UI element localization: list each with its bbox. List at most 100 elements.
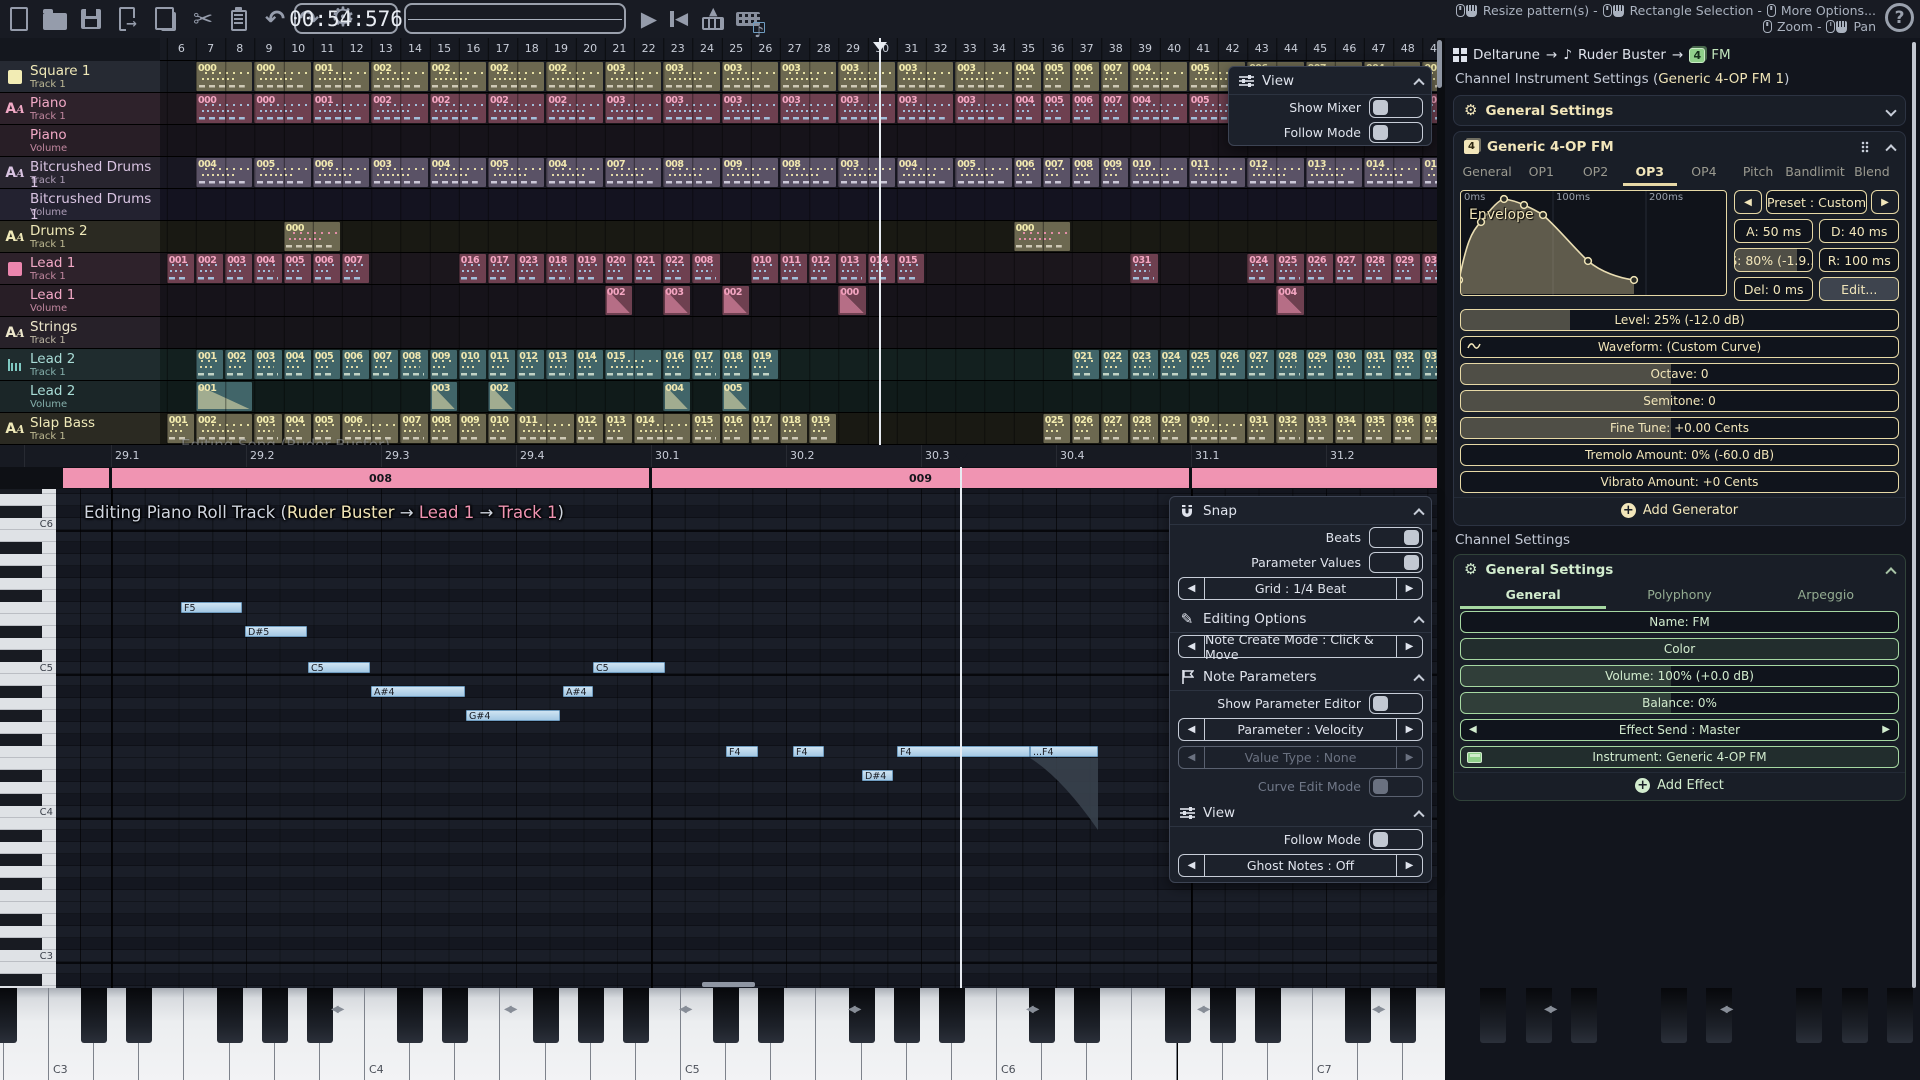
pattern-cell[interactable]: 000 [284, 222, 340, 251]
note[interactable]: F5 [181, 602, 242, 613]
piano-roll-playhead[interactable] [960, 467, 962, 988]
pattern-cell[interactable]: 018 [546, 254, 573, 283]
sequencer-ruler[interactable]: 6789101112131415161718192021222324252627… [160, 38, 1437, 61]
prev-arrow-icon[interactable]: ◀ [1469, 724, 1477, 735]
piano-roll-key-white[interactable] [0, 782, 56, 794]
tab-op3[interactable]: OP3 [1623, 164, 1677, 186]
envelope-param-button[interactable]: D: 40 ms [1819, 219, 1899, 243]
piano-roll-key-white[interactable] [0, 902, 56, 914]
pattern-cell[interactable]: 033 [1306, 414, 1333, 443]
pattern-cell[interactable]: 010 [751, 254, 778, 283]
piano-roll-key-white[interactable] [0, 866, 56, 878]
song-bar[interactable] [1192, 468, 1437, 488]
pattern-row[interactable]: 001003002004005 [160, 381, 1437, 413]
toggle-show-parameter-editor[interactable] [1369, 693, 1423, 714]
tab-blend[interactable]: Blend [1845, 164, 1899, 186]
piano-roll-key-black[interactable] [0, 938, 56, 950]
note[interactable]: A#4 [563, 686, 593, 697]
tab-polyphony[interactable]: Polyphony [1606, 587, 1752, 609]
pattern-cell[interactable]: 002 [488, 382, 515, 411]
channel-general-settings-header[interactable]: ⚙ General Settings [1454, 555, 1905, 584]
param-bar[interactable]: Balance: 0% [1460, 692, 1899, 714]
ruler-number[interactable]: 6 [167, 42, 196, 55]
prev-arrow-icon[interactable]: ◀ [1179, 855, 1205, 876]
track-header[interactable]: Square 1Track 1 [0, 61, 160, 93]
piano-key-black[interactable] [262, 988, 288, 1043]
pattern-cell[interactable]: 017 [488, 254, 515, 283]
pattern-cell[interactable]: 027 [1101, 414, 1128, 443]
piano-key-black[interactable] [1390, 988, 1416, 1043]
pattern-cell[interactable]: 015 [897, 254, 924, 283]
pattern-row[interactable]: 0010020030040050060070160170230180190200… [160, 253, 1437, 285]
track-header[interactable]: AASlap BassTrack 1 [0, 413, 160, 445]
param-bar[interactable]: Octave: 0 [1460, 363, 1899, 385]
pattern-cell[interactable]: 024 [1247, 254, 1274, 283]
ruler-number[interactable]: 10 [284, 42, 313, 55]
pattern-cell[interactable]: 000 [254, 62, 310, 91]
pattern-cell[interactable]: 018 [780, 414, 807, 443]
ruler-number[interactable]: 33 [955, 42, 984, 55]
pattern-cell[interactable]: 036 [1393, 414, 1420, 443]
pattern-cell[interactable]: 001 [313, 62, 369, 91]
pattern-cell[interactable]: 022 [1101, 350, 1128, 379]
ruler-number[interactable]: 7 [196, 42, 225, 55]
sequencer-scrollbar[interactable] [1437, 40, 1442, 88]
panel-header-snap[interactable]: Snap [1170, 497, 1431, 525]
ruler-number[interactable]: 38 [1101, 42, 1130, 55]
pattern-cell[interactable]: 013 [838, 254, 865, 283]
pattern-cell[interactable]: 015 [605, 350, 661, 379]
pattern-row[interactable]: 0010020030040050060070080090100110120130… [160, 413, 1437, 445]
song-bars-row[interactable]: 008009 [0, 467, 1437, 489]
pattern-cell[interactable]: 003 [722, 94, 778, 123]
pattern-cell[interactable]: 003 [225, 254, 252, 283]
next-arrow-icon[interactable]: ▶ [1882, 724, 1890, 735]
ruler-number[interactable]: 9 [254, 42, 283, 55]
pattern-cell[interactable]: 025 [1276, 254, 1303, 283]
pattern-cell[interactable]: 006 [1014, 158, 1041, 187]
copy-button[interactable] [148, 4, 182, 34]
pattern-cell[interactable]: 015 [692, 414, 719, 443]
track-header[interactable]: Bitcrushed Drums 1Volume [0, 189, 160, 221]
track-header[interactable]: AADrums 2Track 1 [0, 221, 160, 253]
pattern-cell[interactable]: 033 [1422, 350, 1437, 379]
pattern-cell[interactable]: 015 [1422, 158, 1437, 187]
pattern-cell[interactable]: 002 [371, 94, 427, 123]
piano-key-black[interactable] [307, 988, 333, 1043]
pattern-cell[interactable]: 003 [780, 94, 836, 123]
pattern-cell[interactable]: 027 [1247, 350, 1274, 379]
pattern-cell[interactable]: 002 [546, 62, 602, 91]
piano-key-black[interactable] [1706, 988, 1732, 1043]
pattern-cell[interactable]: 028 [1130, 414, 1157, 443]
track-header[interactable]: AAStringsTrack 1 [0, 317, 160, 349]
pattern-cell[interactable]: 025 [1189, 350, 1216, 379]
pattern-cell[interactable]: 006 [342, 414, 398, 443]
note[interactable]: D#4 [862, 770, 893, 781]
pattern-cell[interactable]: 009 [459, 414, 486, 443]
piano-key-black[interactable] [894, 988, 920, 1043]
pattern-row[interactable] [160, 189, 1437, 221]
note[interactable]: C5 [308, 662, 370, 673]
ruler-number[interactable]: 48 [1393, 42, 1422, 55]
pattern-cell[interactable]: 013 [546, 350, 573, 379]
panel-header-view[interactable]: View [1170, 799, 1431, 827]
piano-key-black[interactable] [758, 988, 784, 1043]
pattern-cell[interactable]: 012 [576, 414, 603, 443]
pattern-cell[interactable]: 005 [313, 350, 340, 379]
ruler-number[interactable]: 42 [1218, 42, 1247, 55]
envelope-param-button[interactable]: S: 80% (-1.9... [1734, 248, 1814, 272]
piano-roll-key-black[interactable] [0, 710, 56, 722]
ruler-number[interactable]: 43 [1247, 42, 1276, 55]
pattern-cell[interactable]: 025 [1043, 414, 1070, 443]
pattern-cell[interactable]: 037 [1422, 414, 1437, 443]
piano-key-black[interactable] [0, 988, 17, 1043]
pattern-cell[interactable]: 000 [196, 94, 252, 123]
piano-roll-key-white[interactable] [0, 602, 56, 614]
pattern-cell[interactable]: 004 [1276, 286, 1303, 315]
piano-roll-key-white[interactable] [0, 530, 56, 542]
toggle-parameter-values[interactable] [1369, 552, 1423, 573]
ruler-number[interactable]: 27 [780, 42, 809, 55]
piano-roll-key-black[interactable] [0, 914, 56, 926]
pattern-cell[interactable]: 000 [196, 62, 252, 91]
envelope-editor[interactable]: 0ms 100ms 200ms Envelope [1460, 190, 1727, 296]
pattern-cell[interactable]: 016 [663, 350, 690, 379]
